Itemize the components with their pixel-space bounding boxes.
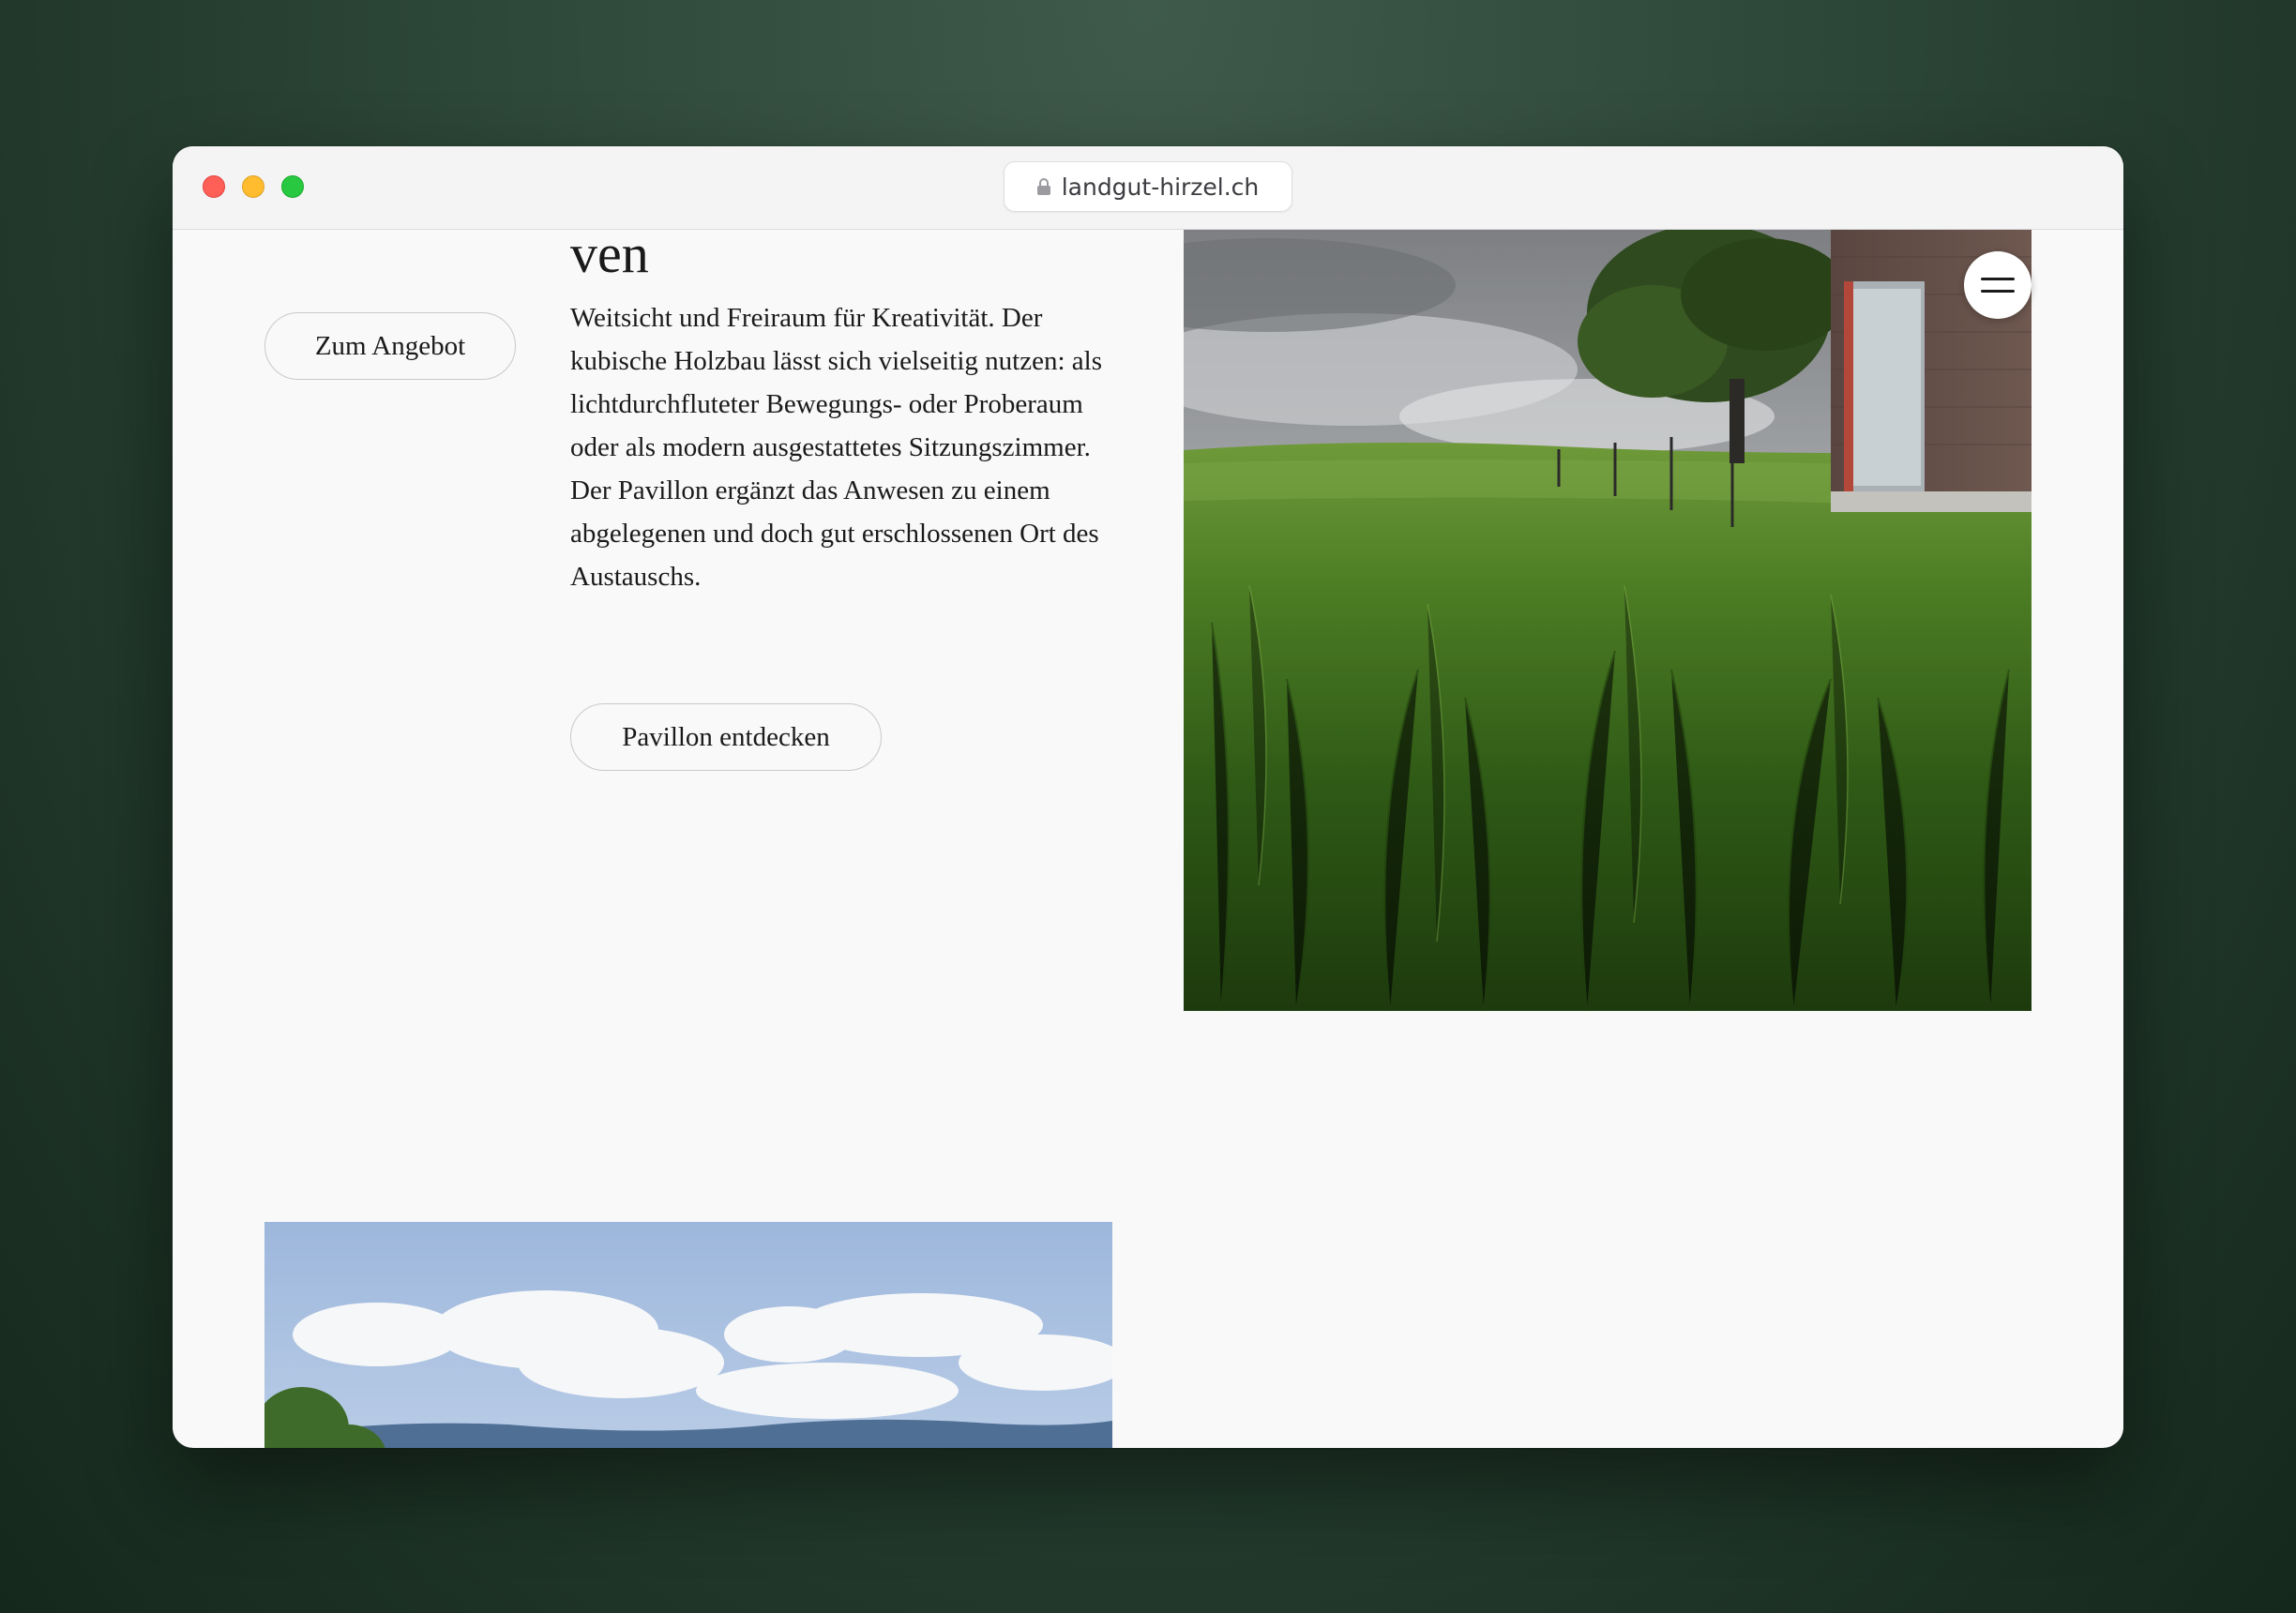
- browser-window: landgut-hirzel.ch Zum Angebot ven Weitsi…: [173, 146, 2123, 1448]
- hamburger-menu-icon[interactable]: [1964, 251, 2032, 319]
- zoom-window-button[interactable]: [281, 175, 304, 198]
- mountain-landscape-photo: [264, 1222, 1112, 1448]
- address-bar[interactable]: landgut-hirzel.ch: [1004, 161, 1292, 212]
- address-bar-url: landgut-hirzel.ch: [1061, 173, 1260, 201]
- page-content: Zum Angebot ven Weitsicht und Freiraum f…: [173, 229, 2123, 1448]
- pavillon-meadow-photo: [1184, 229, 2032, 1011]
- minimize-window-button[interactable]: [242, 175, 264, 198]
- menu-line-top: [1981, 278, 2015, 280]
- close-window-button[interactable]: [203, 175, 225, 198]
- lock-icon: [1036, 178, 1050, 195]
- section-description: Weitsicht und Freiraum für Kreativität. …: [570, 303, 1102, 592]
- browser-titlebar: landgut-hirzel.ch: [173, 146, 2123, 230]
- section-headline: ven: [570, 229, 649, 284]
- pavillon-discover-button[interactable]: Pavillon entdecken: [570, 703, 882, 771]
- offer-button[interactable]: Zum Angebot: [264, 312, 516, 380]
- menu-line-bottom: [1981, 290, 2015, 293]
